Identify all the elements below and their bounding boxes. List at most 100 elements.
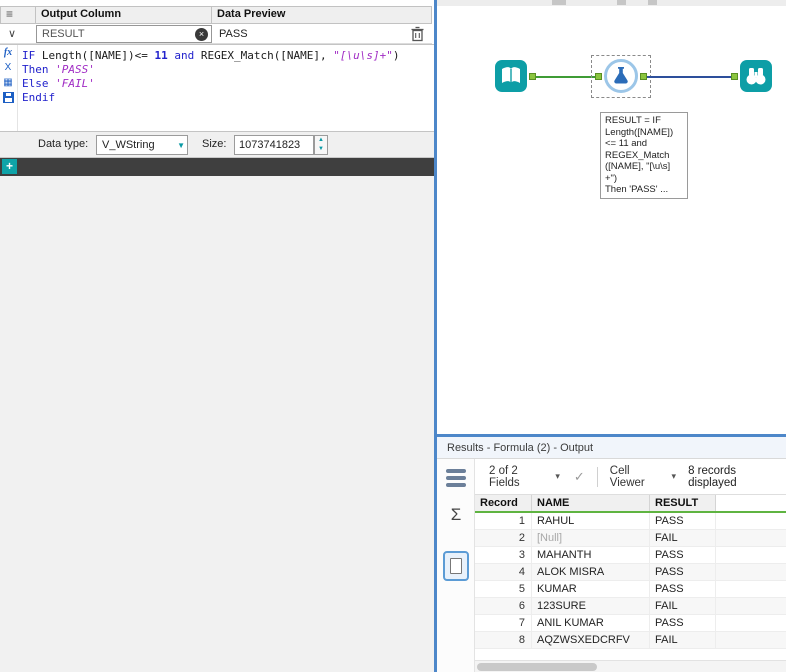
table-row[interactable]: 1 RAHUL PASS xyxy=(475,513,786,530)
results-title: Results - Formula (2) - Output xyxy=(437,437,786,459)
data-type-label: Data type: xyxy=(38,138,89,150)
fields-dropdown[interactable]: 2 of 2 Fields ▾ xyxy=(489,465,560,489)
size-spinner: ▲ ▼ xyxy=(314,135,328,155)
input-data-tool[interactable] xyxy=(495,60,527,92)
trash-icon xyxy=(411,26,424,42)
table-cell-rec[interactable]: 6 xyxy=(475,598,532,614)
apply-check-icon[interactable]: ✓ xyxy=(574,469,585,485)
browse-tool[interactable] xyxy=(740,60,772,92)
table-row[interactable]: 3 MAHANTH PASS xyxy=(475,547,786,564)
column-header-name[interactable]: NAME xyxy=(532,495,650,511)
table-row[interactable]: 7 ANIL KUMAR PASS xyxy=(475,615,786,632)
expression-grid-header: ≡ Output Column Data Preview xyxy=(0,6,432,24)
delete-expression-button[interactable] xyxy=(410,26,426,42)
connection-wire-2 xyxy=(647,76,731,78)
book-icon xyxy=(502,67,520,83)
table-cell-name[interactable]: MAHANTH xyxy=(532,547,650,563)
results-table: Record NAME RESULT 1 RAHUL PASS 2 [Null] FAIL… xyxy=(475,495,786,660)
toolbar-separator xyxy=(596,466,598,487)
formula-output-anchor[interactable] xyxy=(640,73,647,80)
spin-down-icon[interactable]: ▼ xyxy=(315,145,327,154)
data-type-value: V_WString xyxy=(102,139,155,151)
table-cell-name[interactable]: 123SURE xyxy=(532,598,650,614)
formula-code[interactable]: IF Length([NAME])<= 11 and REGEX_Match([… xyxy=(22,49,400,105)
horizontal-scrollbar[interactable] xyxy=(475,660,786,672)
toolbar-fragment xyxy=(552,0,566,5)
table-cell-name[interactable]: KUMAR xyxy=(532,581,650,597)
size-label: Size: xyxy=(202,138,227,150)
tool-annotation[interactable]: RESULT = IF Length([NAME]) <= 11 and REGEX_… xyxy=(600,112,688,199)
cell-viewer-dropdown[interactable]: Cell Viewer ▾ xyxy=(610,465,676,489)
table-cell-name[interactable]: [Null] xyxy=(532,530,650,546)
data-type-dropdown[interactable]: V_WString ▼ xyxy=(96,135,188,155)
table-cell-res[interactable]: PASS xyxy=(650,581,716,597)
dropdown-arrow-icon: ▼ xyxy=(177,141,185,150)
table-row[interactable]: 5 KUMAR PASS xyxy=(475,581,786,598)
expression-footer-bar: + xyxy=(0,158,434,176)
save-expression-icon[interactable] xyxy=(0,90,16,105)
cell-viewer-label: Cell Viewer xyxy=(609,464,645,489)
table-cell-res[interactable]: PASS xyxy=(650,615,716,631)
data-preview-value: PASS xyxy=(219,27,248,40)
workflow-canvas[interactable]: RESULT = IF Length([NAME]) <= 11 and REGEX_… xyxy=(437,0,786,434)
expand-row-icon[interactable]: ∨ xyxy=(0,27,36,40)
clear-output-icon[interactable]: × xyxy=(195,27,208,41)
save-icon xyxy=(2,92,14,103)
table-cell-res[interactable]: PASS xyxy=(650,547,716,563)
add-expression-button[interactable]: + xyxy=(2,159,17,174)
caret-down-icon: ▾ xyxy=(555,471,560,481)
table-cell-rec[interactable]: 7 xyxy=(475,615,532,631)
formula-tool[interactable] xyxy=(604,59,638,93)
table-view-icon[interactable] xyxy=(446,469,466,490)
size-value: 1073741823 xyxy=(239,139,301,151)
table-cell-res[interactable]: PASS xyxy=(650,513,716,529)
table-cell-res[interactable]: FAIL xyxy=(650,530,716,546)
canvas-top-strip xyxy=(437,0,786,6)
table-row[interactable]: 2 [Null] FAIL xyxy=(475,530,786,547)
results-toolbar: 2 of 2 Fields ▾ ✓ Cell Viewer ▾ 8 record… xyxy=(475,459,786,495)
table-cell-rec[interactable]: 3 xyxy=(475,547,532,563)
table-cell-rec[interactable]: 1 xyxy=(475,513,532,529)
table-cell-res[interactable]: FAIL xyxy=(650,598,716,614)
insert-variable-icon[interactable]: X xyxy=(0,60,16,75)
results-left-strip: Σ xyxy=(437,459,475,672)
insert-function-icon[interactable]: fx xyxy=(0,45,16,60)
formula-editor[interactable]: fx X ▦ IF Length([NAME])<= 11 and REGEX_… xyxy=(0,44,434,132)
table-cell-res[interactable]: PASS xyxy=(650,564,716,580)
results-table-body: 1 RAHUL PASS 2 [Null] FAIL 3 MAHANTH PASS 4 ALOK M… xyxy=(475,513,786,649)
table-cell-rec[interactable]: 2 xyxy=(475,530,532,546)
column-header-record[interactable]: Record xyxy=(475,495,532,511)
table-cell-name[interactable]: AQZWSXEDCRFV xyxy=(532,632,650,648)
table-row[interactable]: 4 ALOK MISRA PASS xyxy=(475,564,786,581)
table-row[interactable]: 8 AQZWSXEDCRFV FAIL xyxy=(475,632,786,649)
results-table-header: Record NAME RESULT xyxy=(475,495,786,513)
caret-down-icon: ▾ xyxy=(671,471,677,481)
toolbar-fragment xyxy=(617,0,626,5)
table-cell-rec[interactable]: 4 xyxy=(475,564,532,580)
toolbar-fragment xyxy=(648,0,657,5)
input-output-anchor[interactable] xyxy=(529,73,536,80)
table-cell-name[interactable]: ALOK MISRA xyxy=(532,564,650,580)
metadata-view-icon[interactable]: Σ xyxy=(437,505,475,525)
output-column-header: Output Column xyxy=(36,6,212,24)
table-cell-name[interactable]: RAHUL xyxy=(532,513,650,529)
browse-input-anchor[interactable] xyxy=(731,73,738,80)
formula-config-panel: ≡ Output Column Data Preview ∨ RESULT × … xyxy=(0,0,434,672)
table-cell-res[interactable]: FAIL xyxy=(650,632,716,648)
connection-wire-1 xyxy=(536,76,595,78)
expression-row: ∨ RESULT × PASS xyxy=(0,24,432,44)
output-column-input[interactable]: RESULT × xyxy=(36,24,212,43)
table-row[interactable]: 6 123SURE FAIL xyxy=(475,598,786,615)
table-cell-rec[interactable]: 8 xyxy=(475,632,532,648)
insert-constant-icon[interactable]: ▦ xyxy=(0,75,16,90)
scrollbar-thumb[interactable] xyxy=(477,663,597,671)
table-cell-rec[interactable]: 5 xyxy=(475,581,532,597)
data-type-row: Data type: V_WString ▼ Size: 1073741823 … xyxy=(0,132,434,158)
table-cell-name[interactable]: ANIL KUMAR xyxy=(532,615,650,631)
spin-up-icon[interactable]: ▲ xyxy=(315,136,327,145)
size-input[interactable]: 1073741823 ▲ ▼ xyxy=(234,135,328,155)
preview-view-icon[interactable] xyxy=(443,551,469,581)
column-header-result[interactable]: RESULT xyxy=(650,495,716,511)
records-displayed-label: 8 records displayed xyxy=(688,464,737,489)
output-column-value: RESULT xyxy=(42,27,85,40)
